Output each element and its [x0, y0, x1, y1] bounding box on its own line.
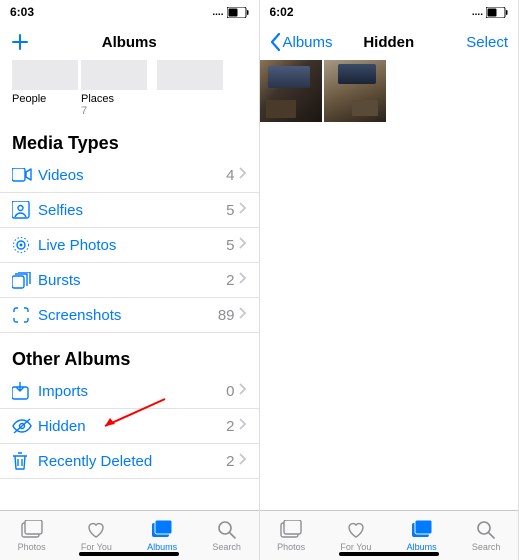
nav-bar: Albums — [0, 24, 259, 60]
nav-title: Albums — [0, 34, 259, 51]
row-label: Imports — [38, 383, 226, 400]
row-label: Videos — [38, 167, 226, 184]
albums-icon — [150, 520, 174, 540]
back-button[interactable]: Albums — [270, 33, 333, 51]
battery: .... — [212, 7, 248, 18]
chevron-icon — [239, 201, 247, 219]
row-label: Screenshots — [38, 307, 218, 324]
album-name: Places — [81, 93, 150, 105]
row-bursts[interactable]: Bursts 2 — [0, 263, 259, 298]
home-indicator[interactable] — [79, 552, 179, 556]
photos-icon — [279, 520, 303, 540]
row-count: 5 — [226, 202, 234, 219]
add-button[interactable] — [10, 32, 30, 52]
selfie-icon — [12, 201, 38, 219]
clock: 6:02 — [270, 5, 294, 19]
trash-icon — [12, 452, 38, 470]
clock: 6:03 — [10, 5, 34, 19]
row-label: Hidden — [38, 418, 226, 435]
photos-icon — [20, 520, 44, 540]
row-label: Live Photos — [38, 237, 226, 254]
burst-icon — [12, 272, 38, 289]
album-name: People — [12, 93, 81, 105]
album-count: 7 — [81, 105, 150, 117]
tab-label: Search — [472, 542, 501, 552]
tab-search[interactable]: Search — [472, 520, 501, 552]
tab-label: Photos — [277, 542, 305, 552]
album-thumb[interactable] — [157, 60, 223, 90]
row-recently-deleted[interactable]: Recently Deleted 2 — [0, 444, 259, 479]
row-label: Selfies — [38, 202, 226, 219]
section-media-types: Media Types — [0, 127, 259, 158]
row-imports[interactable]: Imports 0 — [0, 374, 259, 409]
photo-thumbnail[interactable] — [260, 60, 322, 122]
content: People Places 7 Media Types Videos 4 Sel… — [0, 60, 259, 510]
row-hidden[interactable]: Hidden 2 — [0, 409, 259, 444]
status-bar: 6:03 .... — [0, 0, 259, 24]
row-selfies[interactable]: Selfies 5 — [0, 193, 259, 228]
back-label: Albums — [283, 34, 333, 51]
chevron-icon — [239, 306, 247, 324]
tab-search[interactable]: Search — [212, 520, 241, 552]
search-icon — [476, 520, 496, 540]
nav-bar: Albums Hidden Select — [260, 24, 519, 60]
tab-label: For You — [340, 542, 371, 552]
tab-label: Albums — [147, 542, 177, 552]
row-count: 5 — [226, 237, 234, 254]
screenshot-icon — [12, 306, 38, 324]
hidden-icon — [12, 418, 38, 434]
for-you-icon — [86, 520, 106, 540]
status-bar: 6:02 .... — [260, 0, 519, 24]
row-screenshots[interactable]: Screenshots 89 — [0, 298, 259, 333]
album-info: People Places 7 — [0, 90, 259, 127]
chevron-icon — [239, 271, 247, 289]
import-icon — [12, 382, 38, 400]
album-thumb[interactable] — [81, 60, 147, 90]
tab-for-you[interactable]: For You — [81, 520, 112, 552]
album-thumbs[interactable] — [0, 60, 259, 90]
live-icon — [12, 236, 38, 254]
chevron-left-icon — [270, 33, 281, 51]
tab-label: Photos — [18, 542, 46, 552]
row-label: Recently Deleted — [38, 453, 226, 470]
albums-icon — [410, 520, 434, 540]
right-screen: 6:02 .... Albums Hidden Select Photos Fo… — [260, 0, 519, 560]
content — [260, 60, 519, 510]
for-you-icon — [346, 520, 366, 540]
row-videos[interactable]: Videos 4 — [0, 158, 259, 193]
row-count: 4 — [226, 167, 234, 184]
tab-albums[interactable]: Albums — [147, 520, 177, 552]
tab-for-you[interactable]: For You — [340, 520, 371, 552]
section-other-albums: Other Albums — [0, 333, 259, 374]
tab-label: For You — [81, 542, 112, 552]
chevron-icon — [239, 166, 247, 184]
album-thumb[interactable] — [12, 60, 78, 90]
photo-grid — [260, 60, 519, 122]
plus-icon — [10, 32, 30, 52]
select-button[interactable]: Select — [466, 34, 508, 51]
photo-thumbnail[interactable] — [324, 60, 386, 122]
left-screen: 6:03 .... Albums People Places 7 — [0, 0, 260, 560]
row-count: 2 — [226, 418, 234, 435]
home-indicator[interactable] — [339, 552, 439, 556]
tab-photos[interactable]: Photos — [18, 520, 46, 552]
chevron-icon — [239, 417, 247, 435]
row-label: Bursts — [38, 272, 226, 289]
tab-label: Search — [212, 542, 241, 552]
tab-label: Albums — [407, 542, 437, 552]
chevron-icon — [239, 452, 247, 470]
row-live-photos[interactable]: Live Photos 5 — [0, 228, 259, 263]
video-icon — [12, 168, 38, 182]
row-count: 0 — [226, 383, 234, 400]
row-count: 2 — [226, 272, 234, 289]
chevron-icon — [239, 382, 247, 400]
tab-albums[interactable]: Albums — [407, 520, 437, 552]
tab-photos[interactable]: Photos — [277, 520, 305, 552]
search-icon — [217, 520, 237, 540]
row-count: 89 — [218, 307, 235, 324]
chevron-icon — [239, 236, 247, 254]
battery: .... — [472, 7, 508, 18]
row-count: 2 — [226, 453, 234, 470]
